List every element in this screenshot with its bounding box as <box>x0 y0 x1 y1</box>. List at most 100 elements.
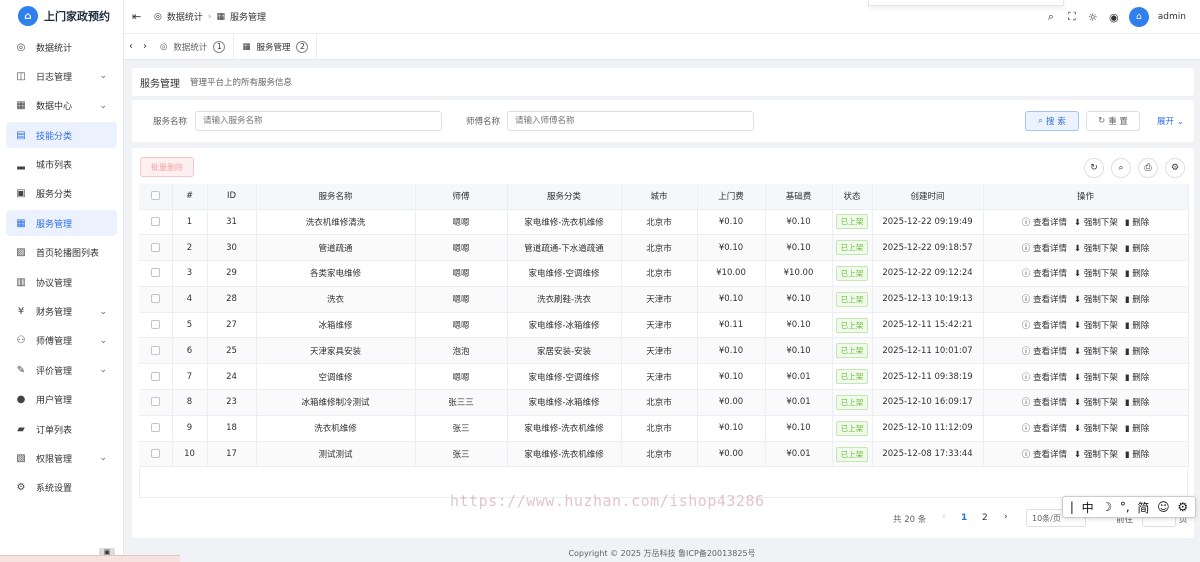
row-select-cell[interactable] <box>139 234 173 262</box>
sidebar-item[interactable]: ▤ 技能分类 <box>6 122 117 149</box>
ime-button[interactable]: 中 <box>1082 499 1094 516</box>
force-offline-button[interactable]: ⬇ 强制下架 <box>1074 216 1118 228</box>
row-select-cell[interactable] <box>139 312 173 339</box>
force-offline-button[interactable]: ⬇ 强制下架 <box>1074 371 1118 383</box>
batch-delete-button[interactable]: 批量删除 <box>140 157 194 177</box>
breadcrumb-item-dashboard[interactable]: 数据统计 <box>167 10 203 23</box>
delete-button[interactable]: ▮ 删除 <box>1125 371 1149 383</box>
row-checkbox[interactable] <box>150 397 160 407</box>
sidebar-item[interactable]: ¥ 财务管理 ⌄ <box>6 299 117 325</box>
ime-button[interactable]: °, <box>1120 500 1130 514</box>
settings-icon[interactable]: ◉ <box>1108 11 1120 24</box>
row-select-cell[interactable] <box>139 415 173 442</box>
search-button[interactable]: ⌕ 搜 索 <box>1025 111 1079 131</box>
menu-fold-icon[interactable]: ⇤ <box>132 10 144 23</box>
select-all-checkbox[interactable] <box>150 191 160 201</box>
sidebar-item[interactable]: ▨ 首页轮播图列表 <box>6 240 117 266</box>
ime-button[interactable]: | <box>1070 500 1074 514</box>
delete-button[interactable]: ▮ 删除 <box>1125 345 1149 357</box>
tabs-prev-icon[interactable]: ‹ <box>124 41 138 52</box>
delete-button[interactable]: ▮ 删除 <box>1125 267 1149 279</box>
avatar[interactable]: ⌂ <box>1128 7 1149 27</box>
sidebar-item[interactable]: ✎ 评价管理 ⌄ <box>6 357 117 383</box>
pagination-page-1[interactable]: 1 <box>961 513 967 523</box>
sidebar-item[interactable]: ▣ 服务分类 <box>6 181 117 207</box>
view-detail-button[interactable]: ⓘ 查看详情 <box>1022 422 1067 434</box>
row-select-cell[interactable] <box>139 389 173 416</box>
row-select-cell[interactable] <box>139 441 173 468</box>
row-select-cell[interactable] <box>139 286 173 313</box>
view-detail-button[interactable]: ⓘ 查看详情 <box>1022 396 1067 408</box>
row-checkbox[interactable] <box>150 449 160 459</box>
delete-button[interactable]: ▮ 删除 <box>1125 422 1149 434</box>
sidebar-item[interactable]: ⚇ 师傅管理 ⌄ <box>6 328 117 354</box>
sidebar-item[interactable]: ◎ 数据统计 <box>6 34 117 60</box>
sidebar-item[interactable]: ◫ 日志管理 ⌄ <box>6 63 117 89</box>
view-detail-button[interactable]: ⓘ 查看详情 <box>1022 293 1067 305</box>
search-toggle-icon[interactable]: ⌕ <box>1111 158 1131 178</box>
master-name-input[interactable] <box>507 111 754 131</box>
row-select-cell[interactable] <box>139 260 173 287</box>
delete-button[interactable]: ▮ 删除 <box>1125 242 1149 254</box>
expand-link[interactable]: 展开 ⌄ <box>1157 115 1184 127</box>
pagination-prev-icon[interactable]: ‹ <box>942 512 946 522</box>
sidebar-item[interactable]: ▧ 权限管理 ⌄ <box>6 445 117 471</box>
service-name-input[interactable] <box>195 111 442 131</box>
app-logo[interactable]: ⌂ 上门家政预约 <box>0 0 123 32</box>
row-checkbox[interactable] <box>150 371 160 381</box>
reset-button[interactable]: ↻ 重 置 <box>1086 111 1140 131</box>
row-select-cell[interactable] <box>139 363 173 391</box>
row-checkbox[interactable] <box>150 345 160 355</box>
view-detail-button[interactable]: ⓘ 查看详情 <box>1022 267 1067 279</box>
view-detail-button[interactable]: ⓘ 查看详情 <box>1022 242 1067 254</box>
fullscreen-icon[interactable]: ⛶ <box>1066 10 1078 24</box>
delete-button[interactable]: ▮ 删除 <box>1125 396 1149 408</box>
delete-button[interactable]: ▮ 删除 <box>1125 448 1149 460</box>
row-checkbox[interactable] <box>150 242 160 252</box>
force-offline-button[interactable]: ⬇ 强制下架 <box>1074 267 1118 279</box>
sidebar-item[interactable]: ● 用户管理 <box>6 387 117 413</box>
view-detail-button[interactable]: ⓘ 查看详情 <box>1022 216 1067 228</box>
sidebar-item[interactable]: ▂ 城市列表 <box>6 152 117 178</box>
force-offline-button[interactable]: ⬇ 强制下架 <box>1074 242 1118 254</box>
force-offline-button[interactable]: ⬇ 强制下架 <box>1074 396 1118 408</box>
delete-button[interactable]: ▮ 删除 <box>1125 216 1149 228</box>
row-checkbox[interactable] <box>150 294 160 304</box>
sidebar-item[interactable]: ▦ 服务管理 <box>6 210 117 237</box>
force-offline-button[interactable]: ⬇ 强制下架 <box>1074 422 1118 434</box>
tab-dashboard[interactable]: ◎ 数据统计 1 <box>152 33 235 60</box>
row-select-cell[interactable] <box>139 209 173 236</box>
column-settings-icon[interactable]: ⚙ <box>1165 158 1185 178</box>
ime-button[interactable]: ☺ <box>1157 500 1170 514</box>
view-detail-button[interactable]: ⓘ 查看详情 <box>1022 345 1067 357</box>
force-offline-button[interactable]: ⬇ 强制下架 <box>1074 345 1118 357</box>
row-checkbox[interactable] <box>150 216 160 226</box>
row-checkbox[interactable] <box>150 268 160 278</box>
force-offline-button[interactable]: ⬇ 强制下架 <box>1074 293 1118 305</box>
username[interactable]: admin <box>1158 12 1186 22</box>
delete-button[interactable]: ▮ 删除 <box>1125 319 1149 331</box>
select-all-cell[interactable] <box>139 184 173 210</box>
tab-service[interactable]: ▦ 服务管理 2 <box>234 33 318 60</box>
ime-button[interactable]: ⚙ <box>1177 500 1188 514</box>
tabs-next-icon[interactable]: › <box>138 41 152 52</box>
print-icon[interactable]: ⎙ <box>1138 158 1158 178</box>
pagination-page-2[interactable]: 2 <box>982 513 988 523</box>
refresh-icon[interactable]: ↻ <box>1084 158 1104 178</box>
theme-sun-icon[interactable]: ☼ <box>1087 11 1099 24</box>
row-checkbox[interactable] <box>150 423 160 433</box>
pagination-next-icon[interactable]: › <box>1004 512 1008 522</box>
row-select-cell[interactable] <box>139 337 173 365</box>
sidebar-item[interactable]: ⚙ 系统设置 <box>6 475 117 501</box>
view-detail-button[interactable]: ⓘ 查看详情 <box>1022 448 1067 460</box>
row-checkbox[interactable] <box>150 320 160 330</box>
search-icon[interactable]: ⌕ <box>1045 10 1057 24</box>
view-detail-button[interactable]: ⓘ 查看详情 <box>1022 319 1067 331</box>
view-detail-button[interactable]: ⓘ 查看详情 <box>1022 371 1067 383</box>
ime-button[interactable]: ☽ <box>1101 500 1112 514</box>
ime-button[interactable]: 简 <box>1137 499 1149 516</box>
force-offline-button[interactable]: ⬇ 强制下架 <box>1074 319 1118 331</box>
sidebar-item[interactable]: ▥ 协议管理 <box>6 269 117 295</box>
force-offline-button[interactable]: ⬇ 强制下架 <box>1074 448 1118 460</box>
sidebar-item[interactable]: ▰ 订单列表 <box>6 416 117 442</box>
